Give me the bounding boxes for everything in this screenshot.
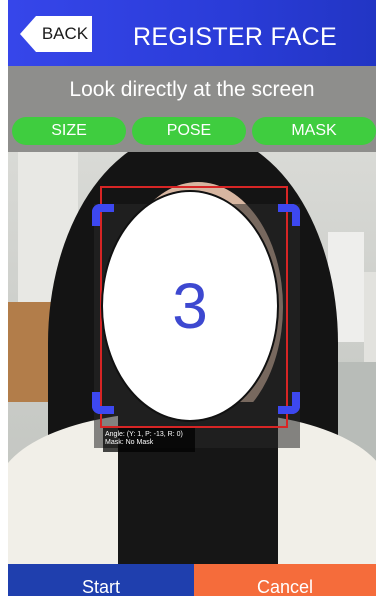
- camera-preview: 3 Angle: (Y: 1, P: -13, R: 0) Mask: No M…: [8, 152, 376, 564]
- start-button[interactable]: Start: [8, 564, 194, 596]
- register-face-screen: BACK REGISTER FACE Look directly at the …: [8, 0, 376, 596]
- guide-corner-bottom-right: [278, 392, 300, 414]
- header-bar: BACK REGISTER FACE: [8, 0, 376, 66]
- back-button-label: BACK: [41, 24, 89, 43]
- cancel-button[interactable]: Cancel: [194, 564, 376, 596]
- mask-readout: Mask: No Mask: [105, 439, 154, 446]
- countdown-number: 3: [172, 270, 208, 342]
- instruction-banner: Look directly at the screen: [8, 66, 376, 114]
- check-indicators: SIZE POSE MASK: [8, 114, 376, 152]
- guide-corner-top-right: [278, 204, 300, 226]
- angle-readout: Angle: (Y: 1, P: -13, R: 0): [105, 431, 183, 438]
- back-button[interactable]: BACK: [20, 16, 92, 52]
- check-size-badge: SIZE: [12, 117, 126, 145]
- pose-info-overlay: Angle: (Y: 1, P: -13, R: 0) Mask: No Mas…: [103, 428, 195, 452]
- check-pose-badge: POSE: [132, 117, 246, 145]
- page-title: REGISTER FACE: [133, 23, 337, 51]
- check-mask-badge: MASK: [252, 117, 376, 145]
